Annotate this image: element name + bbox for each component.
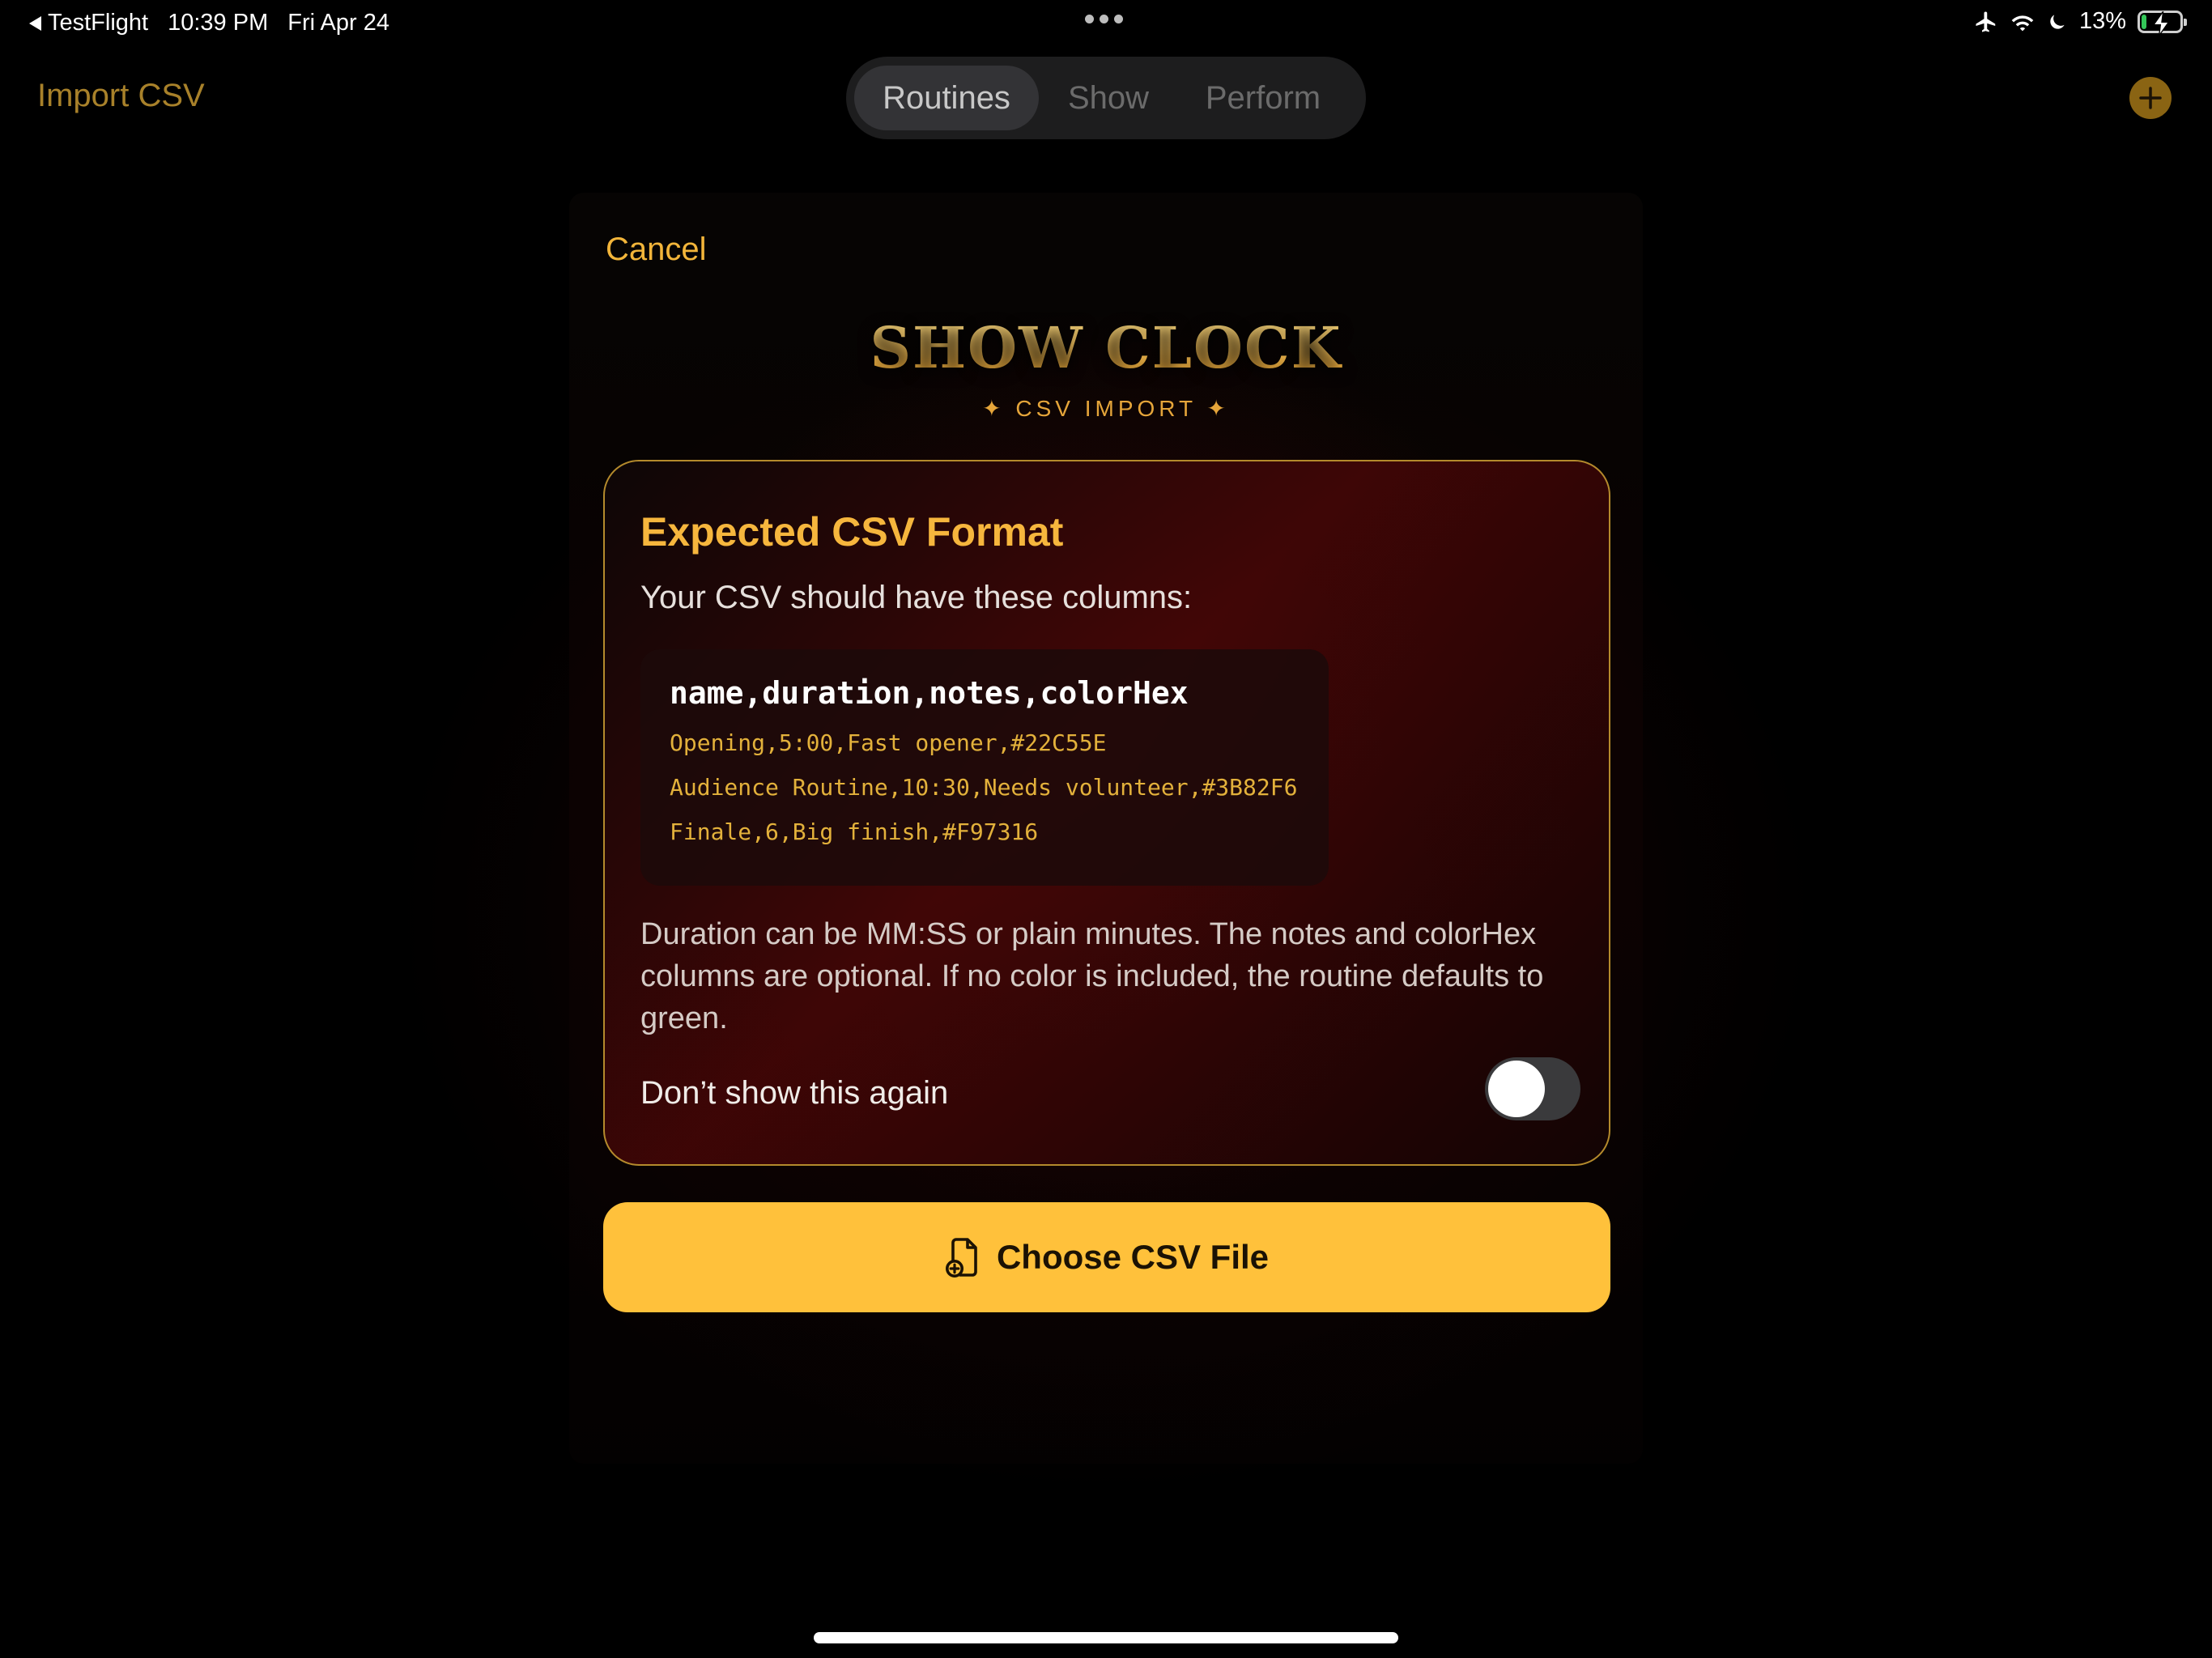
app-title: SHOW CLOCK [569, 314, 1643, 381]
format-description: Duration can be MM:SS or plain minutes. … [640, 917, 1544, 1035]
cancel-button[interactable]: Cancel [606, 232, 707, 268]
wifi-icon [2011, 15, 2034, 31]
back-arrow-icon [29, 15, 41, 31]
choose-csv-file-label: Choose CSV File [996, 1238, 1270, 1276]
tab-segmented-control: Routines Show Perform [846, 57, 1366, 139]
tab-routines[interactable]: Routines [854, 66, 1039, 130]
add-button[interactable] [2129, 77, 2172, 119]
choose-csv-file-button[interactable]: Choose CSV File [603, 1202, 1610, 1312]
back-app-label: TestFlight [48, 10, 149, 36]
import-csv-nav-button[interactable]: Import CSV [37, 78, 205, 114]
card-intro: Your CSV should have these columns: [640, 580, 1193, 615]
app-subtitle: ✦ CSV IMPORT ✦ [982, 396, 1230, 421]
home-indicator[interactable] [814, 1632, 1398, 1643]
document-add-icon [945, 1238, 977, 1278]
csv-example-row: Opening,5:00,Fast opener,#22C55E [670, 729, 1107, 756]
csv-format-card: Expected CSV Format Your CSV should have… [603, 460, 1610, 1166]
status-time: 10:39 PM [168, 10, 269, 36]
csv-example-row: Finale,6,Big finish,#F97316 [670, 818, 1039, 845]
screen: TestFlight 10:39 PM Fri Apr 24 13% Impor… [0, 0, 2212, 1658]
airplane-icon [1976, 11, 1996, 32]
battery-percent: 13% [2078, 8, 2126, 34]
status-date: Fri Apr 24 [287, 10, 389, 36]
csv-header-row: name,duration,notes,colorHex [670, 675, 1189, 711]
dont-show-again-toggle[interactable] [1485, 1057, 1580, 1120]
status-bar: TestFlight 10:39 PM Fri Apr 24 13% [0, 0, 2212, 49]
battery-charging-icon [2138, 10, 2187, 36]
multitasking-dots-icon[interactable] [1085, 15, 1123, 23]
charging-bolt-icon [2153, 11, 2170, 36]
back-to-app-button[interactable]: TestFlight [29, 10, 148, 36]
tab-perform[interactable]: Perform [1178, 66, 1348, 130]
plus-circle-icon [2139, 87, 2162, 109]
toggle-knob [1488, 1061, 1545, 1117]
status-left: TestFlight 10:39 PM Fri Apr 24 [29, 10, 389, 36]
dont-show-again-label: Don’t show this again [640, 1075, 949, 1111]
moon-icon [2050, 14, 2065, 29]
import-sheet: Cancel SHOW CLOCK ✦ CSV IMPORT ✦ Expecte… [569, 193, 1643, 1464]
csv-example-code-block: name,duration,notes,colorHex Opening,5:0… [640, 649, 1329, 886]
tab-show[interactable]: Show [1039, 66, 1178, 130]
card-title: Expected CSV Format [640, 509, 1064, 555]
csv-example-row: Audience Routine,10:30,Needs volunteer,#… [670, 774, 1298, 801]
battery-level [2142, 14, 2146, 29]
status-right: 13% [1974, 8, 2187, 36]
